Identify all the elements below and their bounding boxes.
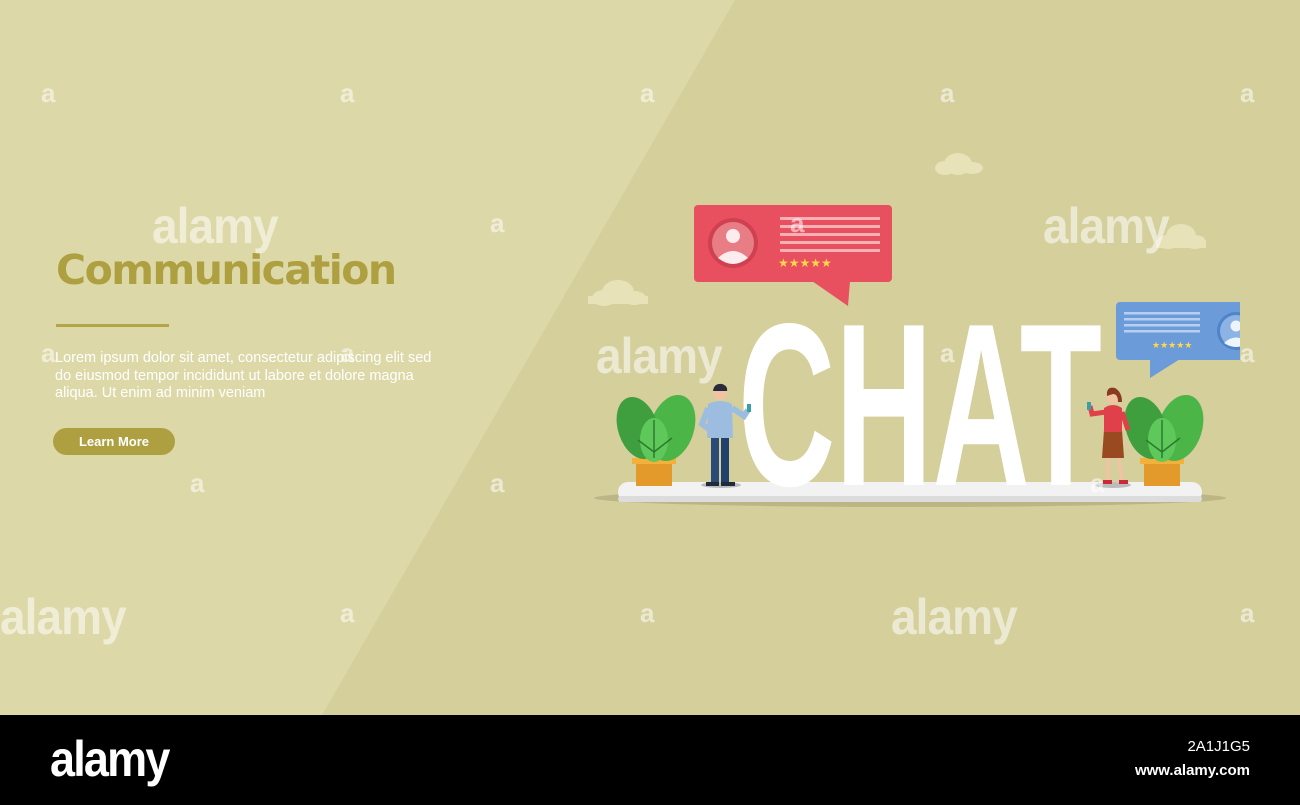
avatar-icon xyxy=(708,218,758,268)
watermark: a xyxy=(790,208,805,238)
watermark: a xyxy=(1090,468,1105,498)
chat-word: CHAT xyxy=(738,276,1102,520)
rating-star-icon: ★★★★★ xyxy=(778,256,832,270)
watermark: a xyxy=(41,78,56,108)
watermark: alamy xyxy=(152,198,279,254)
footer-url[interactable]: www.alamy.com xyxy=(1135,762,1250,779)
title-divider xyxy=(56,324,169,327)
watermark: a xyxy=(490,208,505,238)
footer-bar xyxy=(0,715,1300,805)
watermark: a xyxy=(41,338,56,368)
watermark: alamy xyxy=(596,328,723,384)
review-bubble-blue: ★★★★★ xyxy=(1116,302,1240,378)
watermark: a xyxy=(640,598,655,628)
watermark: a xyxy=(940,78,955,108)
hero-description: Lorem ipsum dolor sit amet, consectetur … xyxy=(55,350,432,401)
watermark: a xyxy=(490,468,505,498)
watermark: a xyxy=(1240,78,1255,108)
plant-icon xyxy=(616,394,696,486)
watermark: a xyxy=(340,598,355,628)
watermark: a xyxy=(640,78,655,108)
watermark: alamy xyxy=(0,589,127,645)
watermark: a xyxy=(940,338,955,368)
watermark: a xyxy=(190,468,205,498)
watermark: alamy xyxy=(1043,198,1170,254)
learn-more-button[interactable]: Learn More xyxy=(53,428,175,455)
watermark: a xyxy=(340,338,355,368)
image-id: 2A1J1G5 xyxy=(1187,738,1250,755)
page: Communication Lorem ipsum dolor sit amet… xyxy=(0,0,1300,805)
cloud-icon xyxy=(935,153,983,175)
watermark: a xyxy=(1240,338,1255,368)
watermark: alamy xyxy=(891,589,1018,645)
plant-icon xyxy=(1124,394,1204,486)
watermark: a xyxy=(1240,598,1255,628)
hero-section: Communication Lorem ipsum dolor sit amet… xyxy=(0,0,1300,715)
rating-star-icon: ★★★★★ xyxy=(1152,341,1192,351)
cloud-icon xyxy=(588,280,648,306)
footer-logo: alamy xyxy=(50,731,170,787)
watermark: a xyxy=(340,78,355,108)
